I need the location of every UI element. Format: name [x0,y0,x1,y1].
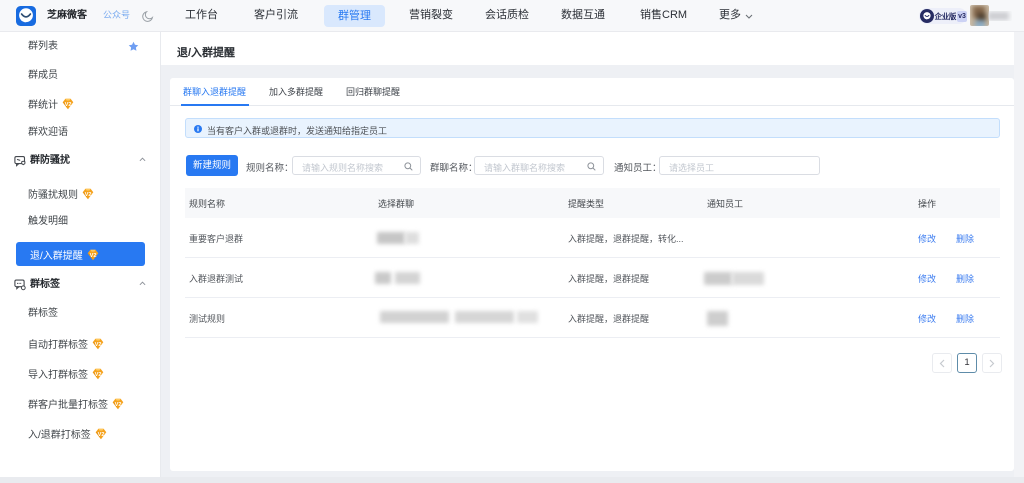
svg-text:V2: V2 [95,372,102,378]
svg-text:V2: V2 [97,432,104,438]
svg-text:V2: V2 [89,253,96,259]
svg-text:V2: V2 [95,342,102,348]
svg-text:V2: V2 [115,402,122,408]
svg-text:V2: V2 [65,102,72,108]
svg-text:V2: V2 [85,192,92,198]
